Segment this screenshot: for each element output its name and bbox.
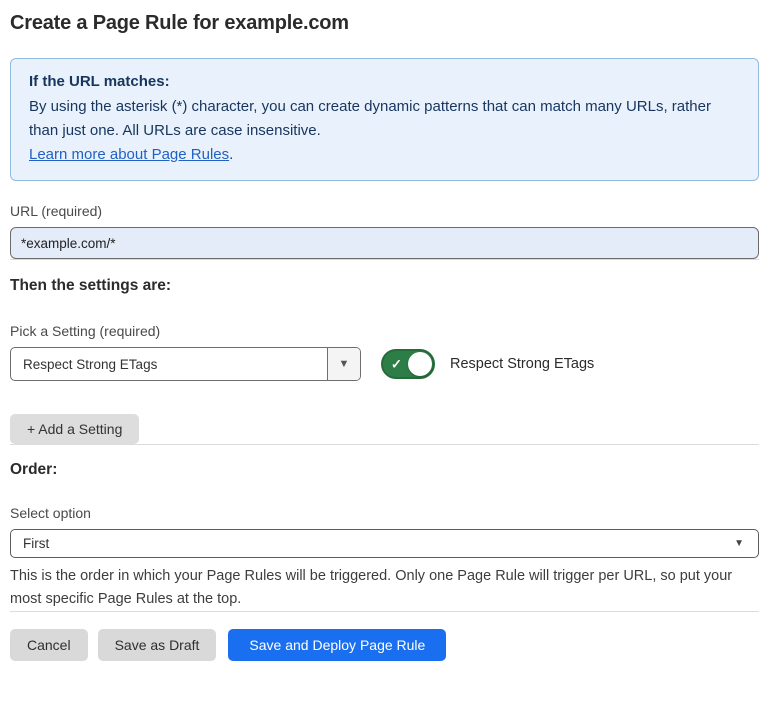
save-and-deploy-button[interactable]: Save and Deploy Page Rule xyxy=(228,629,446,661)
cancel-button[interactable]: Cancel xyxy=(10,629,88,661)
save-as-draft-button[interactable]: Save as Draft xyxy=(98,629,217,661)
order-select-label: Select option xyxy=(10,505,759,521)
setting-select-value: Respect Strong ETags xyxy=(11,348,327,380)
add-setting-button[interactable]: + Add a Setting xyxy=(10,414,139,444)
toggle-knob xyxy=(408,352,432,376)
divider xyxy=(10,611,759,612)
url-input[interactable] xyxy=(10,227,759,259)
order-select-value: First xyxy=(23,536,734,551)
order-section-heading: Order: xyxy=(10,461,759,479)
check-icon: ✓ xyxy=(391,358,402,371)
order-help-text: This is the order in which your Page Rul… xyxy=(10,565,755,611)
url-field-label: URL (required) xyxy=(10,203,759,219)
action-button-row: Cancel Save as Draft Save and Deploy Pag… xyxy=(10,629,759,661)
link-suffix: . xyxy=(229,146,233,163)
page-title: Create a Page Rule for example.com xyxy=(10,12,759,35)
info-box-heading: If the URL matches: xyxy=(29,70,741,94)
divider xyxy=(10,259,759,260)
setting-toggle-wrap: ✓ Respect Strong ETags xyxy=(381,349,594,379)
setting-row: Respect Strong ETags ▼ ✓ Respect Strong … xyxy=(10,347,759,381)
url-match-info-box: If the URL matches: By using the asteris… xyxy=(10,58,759,181)
chevron-down-icon: ▼ xyxy=(734,538,744,549)
pick-setting-label: Pick a Setting (required) xyxy=(10,323,759,339)
setting-toggle-label: Respect Strong ETags xyxy=(450,356,594,372)
info-box-body: By using the asterisk (*) character, you… xyxy=(29,95,741,143)
setting-toggle[interactable]: ✓ xyxy=(381,349,435,379)
chevron-down-icon: ▼ xyxy=(339,358,350,370)
dropdown-arrow-button[interactable]: ▼ xyxy=(327,348,360,380)
create-page-rule-form: Create a Page Rule for example.com If th… xyxy=(0,0,769,718)
settings-section-heading: Then the settings are: xyxy=(10,277,759,295)
order-select-dropdown[interactable]: First ▼ xyxy=(10,529,759,558)
url-section: URL (required) xyxy=(10,203,759,259)
learn-more-link[interactable]: Learn more about Page Rules xyxy=(29,146,229,163)
divider xyxy=(10,444,759,445)
setting-select-dropdown[interactable]: Respect Strong ETags ▼ xyxy=(10,347,361,381)
info-box-link-line: Learn more about Page Rules. xyxy=(29,143,741,167)
